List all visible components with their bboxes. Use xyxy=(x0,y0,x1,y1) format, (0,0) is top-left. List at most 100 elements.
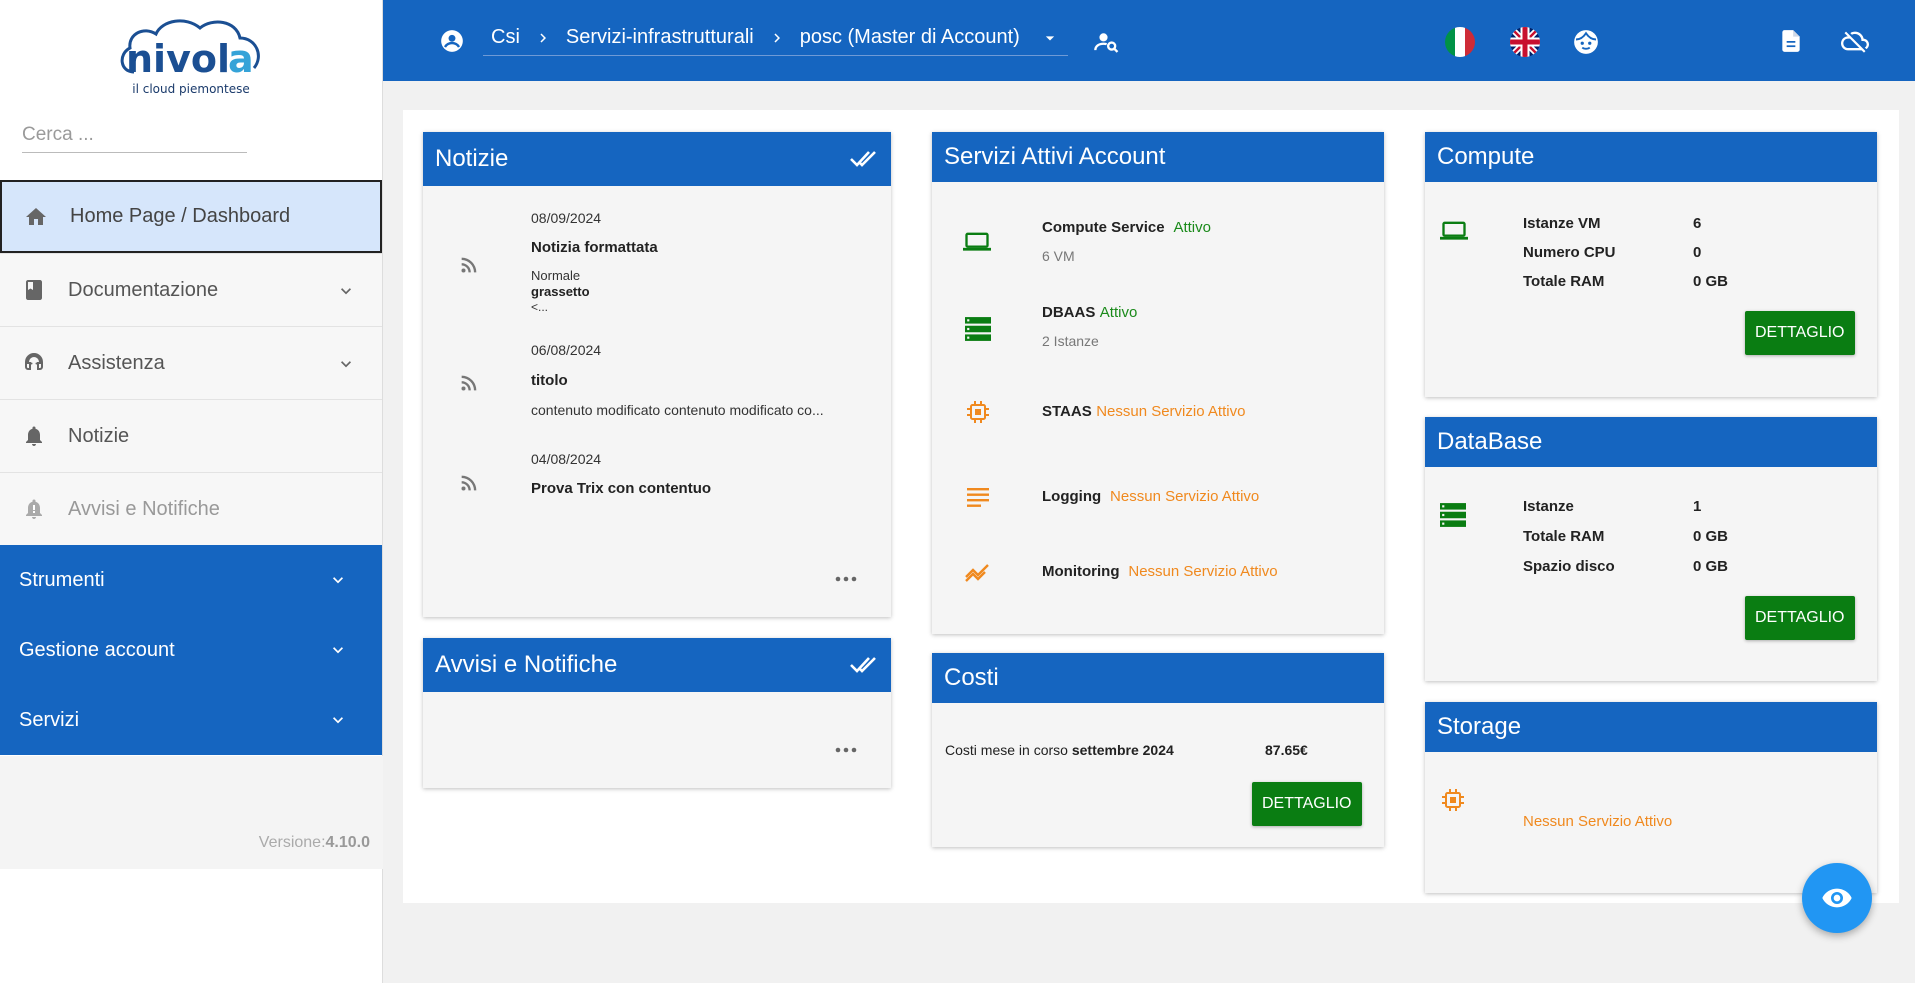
news-date: 08/09/2024 xyxy=(531,210,602,226)
svg-text:nivol: nivol xyxy=(126,37,230,81)
service-name: Logging xyxy=(1042,488,1102,505)
database-detail-button[interactable]: DETTAGLIO xyxy=(1745,596,1855,640)
uk-flag-icon[interactable] xyxy=(1509,26,1541,58)
sidebar-group-servizi[interactable]: Servizi xyxy=(0,685,382,755)
sidebar-item-home[interactable]: Home Page / Dashboard xyxy=(0,180,382,253)
breadcrumb-item[interactable]: Csi xyxy=(491,26,520,49)
compute-row-label: Totale RAM xyxy=(1523,273,1605,290)
rss-icon xyxy=(458,254,480,276)
news-card-title: Notizie xyxy=(435,145,509,172)
sidebar-item-label: Avvisi e Notifiche xyxy=(68,497,220,520)
database-row-value: 0 GB xyxy=(1693,558,1729,575)
storage-card-header: Storage xyxy=(1425,702,1877,752)
service-row: Compute Service Attivo xyxy=(1042,219,1211,237)
search-input[interactable] xyxy=(22,120,247,153)
costs-label-row: Costi mese in corso settembre 2024 xyxy=(945,742,1174,758)
service-row: Monitoring Nessun Servizio Attivo xyxy=(1042,563,1278,581)
home-icon xyxy=(24,205,48,229)
more-horizontal-icon[interactable] xyxy=(834,746,858,754)
news-title[interactable]: Notizia formattata xyxy=(531,239,658,256)
version-info: Versione:4.10.0 xyxy=(259,834,370,852)
double-check-icon[interactable] xyxy=(849,654,879,676)
sidebar-item-assistenza[interactable]: Assistenza xyxy=(0,326,382,399)
database-card-header: DataBase xyxy=(1425,417,1877,467)
service-row: Logging Nessun Servizio Attivo xyxy=(1042,488,1259,506)
database-icon xyxy=(1440,503,1466,527)
services-card-title: Servizi Attivi Account xyxy=(944,143,1166,170)
breadcrumb[interactable]: Csi Servizi-infrastrutturali posc (Maste… xyxy=(483,20,1068,56)
alerts-card-title: Avvisi e Notifiche xyxy=(435,651,618,678)
database-row-label: Istanze xyxy=(1523,498,1574,515)
compute-row-value: 6 xyxy=(1693,215,1702,232)
service-name: Monitoring xyxy=(1042,563,1120,580)
news-date: 06/08/2024 xyxy=(531,342,602,358)
cloud-off-icon[interactable] xyxy=(1838,27,1872,55)
news-date: 04/08/2024 xyxy=(531,451,602,467)
chevron-right-icon xyxy=(774,33,780,42)
double-check-icon[interactable] xyxy=(849,148,879,170)
news-title[interactable]: Prova Trix con contentuo xyxy=(531,480,711,497)
compute-row-label: Numero CPU xyxy=(1523,244,1616,261)
user-search-icon[interactable] xyxy=(1093,28,1121,56)
sidebar-group-strumenti[interactable]: Strumenti xyxy=(0,545,382,615)
sidebar-group-label: Gestione account xyxy=(19,638,175,661)
alerts-card-header: Avvisi e Notifiche xyxy=(423,638,891,692)
chevron-down-icon xyxy=(333,647,343,654)
chevron-down-icon xyxy=(333,577,343,584)
storage-status: Nessun Servizio Attivo xyxy=(1523,813,1673,830)
chip-icon xyxy=(1441,788,1465,812)
sidebar-item-documentazione[interactable]: Documentazione xyxy=(0,253,382,326)
costs-month: settembre 2024 xyxy=(1071,742,1174,758)
caret-down-icon[interactable] xyxy=(1040,28,1060,48)
sidebar-group-gestione-account[interactable]: Gestione account xyxy=(0,615,382,685)
service-status: Attivo xyxy=(1173,219,1211,236)
costs-label: Costi mese in corso xyxy=(945,742,1068,758)
database-icon xyxy=(965,317,991,341)
database-card-title: DataBase xyxy=(1437,428,1543,455)
database-row-value: 0 GB xyxy=(1693,528,1729,545)
compute-card-title: Compute xyxy=(1437,143,1535,170)
face-icon[interactable] xyxy=(1571,27,1601,57)
costs-detail-button[interactable]: DETTAGLIO xyxy=(1252,782,1362,826)
service-row: STAAS Nessun Servizio Attivo xyxy=(1042,403,1245,421)
news-title[interactable]: titolo xyxy=(531,372,568,389)
compute-detail-button[interactable]: DETTAGLIO xyxy=(1745,311,1855,355)
nivola-logo[interactable]: nivol a xyxy=(116,14,266,86)
document-icon[interactable] xyxy=(1778,27,1804,55)
sidebar-item-label: Notizie xyxy=(68,424,130,447)
costs-card-header: Costi xyxy=(932,653,1384,703)
logging-lines-icon xyxy=(967,487,989,507)
service-status: Nessun Servizio Attivo xyxy=(1096,403,1246,420)
sidebar: nivol a il cloud piemontese Home Page / … xyxy=(0,0,383,983)
eye-icon xyxy=(1822,888,1852,908)
version-value: 4.10.0 xyxy=(325,834,370,851)
account-circle-icon xyxy=(439,28,465,54)
database-row-label: Spazio disco xyxy=(1523,558,1615,575)
alerts-card: Avvisi e Notifiche xyxy=(423,638,891,788)
chevron-down-icon xyxy=(341,288,351,295)
active-services-card: Servizi Attivi Account Compute Service A… xyxy=(932,132,1384,634)
chevron-right-icon xyxy=(540,33,546,42)
more-horizontal-icon[interactable] xyxy=(834,575,858,583)
italian-flag-icon[interactable] xyxy=(1444,26,1476,58)
database-card: DataBase Istanze 1 Totale RAM 0 GB Spazi… xyxy=(1425,417,1877,681)
services-card-header: Servizi Attivi Account xyxy=(932,132,1384,182)
breadcrumb-item[interactable]: Servizi-infrastrutturali xyxy=(566,26,754,49)
sidebar-item-label: Home Page / Dashboard xyxy=(70,205,291,227)
service-status: Nessun Servizio Attivo xyxy=(1128,563,1278,580)
costs-card-title: Costi xyxy=(944,664,999,691)
chevron-down-icon xyxy=(341,361,351,368)
compute-card-header: Compute xyxy=(1425,132,1877,182)
rss-icon xyxy=(458,372,480,394)
compute-card: Compute Istanze VM 6 Numero CPU 0 Totale… xyxy=(1425,132,1877,397)
service-name: Compute Service xyxy=(1042,219,1165,236)
breadcrumb-item[interactable]: posc (Master di Account) xyxy=(800,26,1020,49)
view-fab-button[interactable] xyxy=(1802,863,1872,933)
compute-row-value: 0 xyxy=(1693,244,1702,261)
sidebar-item-notizie[interactable]: Notizie xyxy=(0,399,382,472)
sidebar-item-avvisi[interactable]: Avvisi e Notifiche xyxy=(0,472,382,545)
compute-row-value: 0 GB xyxy=(1693,273,1729,290)
compute-row-label: Istanze VM xyxy=(1523,215,1601,232)
chevron-down-icon xyxy=(333,717,343,724)
monitoring-chart-icon xyxy=(965,562,991,582)
